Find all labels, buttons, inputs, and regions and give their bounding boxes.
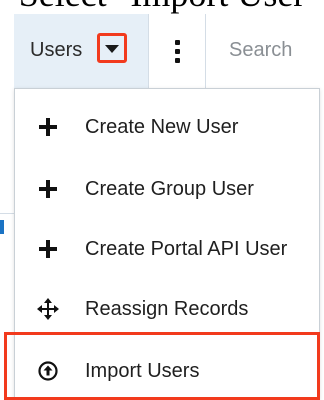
move-arrows-icon	[31, 298, 65, 320]
menu-item-label: Create Portal API User	[85, 238, 288, 260]
menu-item-label: Create Group User	[85, 178, 254, 200]
plus-icon	[31, 179, 65, 199]
divider	[205, 14, 206, 88]
plus-icon	[31, 117, 65, 137]
users-dropdown-menu: Create New User Create Group User Create…	[14, 88, 320, 400]
caret-down-icon	[105, 45, 119, 53]
search-input[interactable]	[229, 39, 324, 62]
users-module-tab[interactable]: Users	[14, 14, 149, 88]
kebab-dot-icon	[174, 48, 180, 54]
more-actions-button[interactable]	[149, 14, 205, 88]
module-header: Users	[0, 14, 324, 88]
kebab-dot-icon	[174, 39, 180, 45]
page: Select "Import User Users Create New Use…	[0, 0, 324, 400]
background-accent	[0, 220, 4, 234]
kebab-dot-icon	[174, 57, 180, 63]
users-tab-label: Users	[30, 39, 83, 61]
users-dropdown-button[interactable]	[97, 33, 127, 63]
menu-item-create-group-user[interactable]: Create Group User	[15, 159, 319, 219]
menu-item-create-portal-api-user[interactable]: Create Portal API User	[15, 219, 319, 279]
menu-item-create-new-user[interactable]: Create New User	[15, 97, 319, 157]
menu-item-label: Create New User	[85, 116, 239, 138]
background-divider	[0, 213, 14, 214]
caption-text: Select "Import User	[0, 0, 324, 14]
upload-circle-icon	[31, 361, 65, 381]
menu-item-reassign-records[interactable]: Reassign Records	[15, 279, 319, 339]
menu-item-label: Reassign Records	[85, 298, 249, 320]
plus-icon	[31, 239, 65, 259]
search-area	[229, 36, 324, 64]
menu-item-import-users[interactable]: Import Users	[15, 341, 319, 400]
menu-item-label: Import Users	[85, 360, 200, 382]
